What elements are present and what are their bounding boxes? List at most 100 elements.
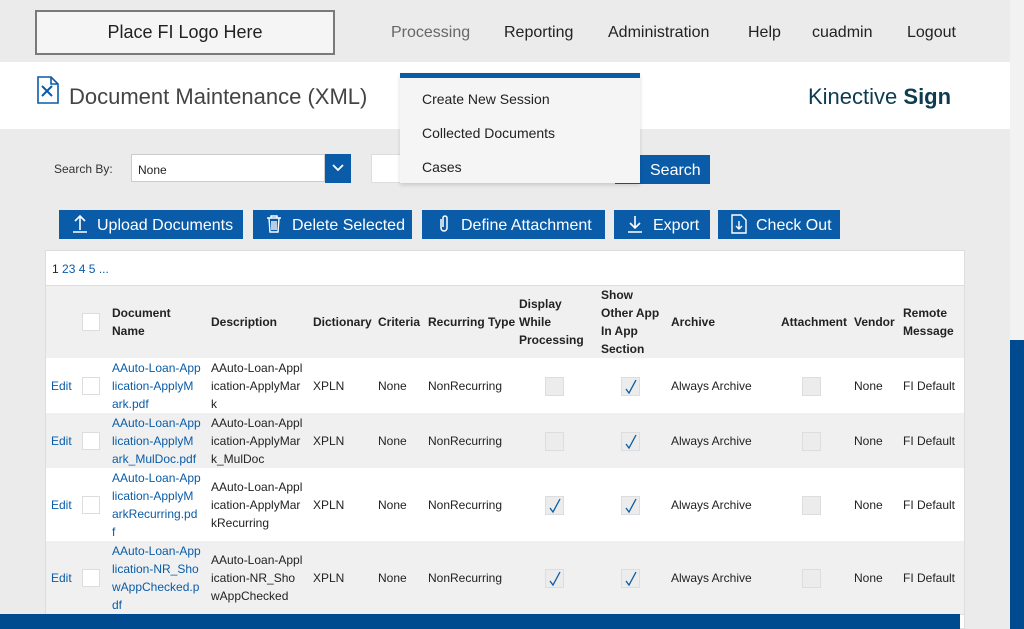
define-attachment-button[interactable]: Define Attachment	[422, 210, 605, 239]
name-line: lication-ApplyM	[112, 433, 194, 448]
document-name-link[interactable]: AAuto-Loan-App lication-ApplyM ark.pdf	[112, 359, 201, 413]
criteria-cell: None	[378, 378, 407, 393]
nav-reporting[interactable]: Reporting	[504, 24, 573, 42]
desc-line: k	[211, 396, 217, 411]
nav-help[interactable]: Help	[748, 24, 781, 42]
header-line: Processing	[519, 333, 584, 347]
display-while-processing-checkbox[interactable]	[545, 376, 564, 396]
page-link[interactable]: 3	[69, 262, 76, 276]
document-name-link[interactable]: AAuto-Loan-App lication-NR_Sho wAppChecked…	[112, 542, 201, 614]
footer-bar	[0, 614, 960, 629]
select-all-checkbox[interactable]	[82, 313, 100, 331]
show-other-app-checkbox[interactable]	[621, 495, 640, 515]
edit-link[interactable]: Edit	[51, 377, 72, 395]
brand-logo: Kinective Sign	[808, 84, 951, 110]
table-row: Edit AAuto-Loan-App lication-ApplyM ark.pdf…	[46, 358, 964, 414]
page-link[interactable]: 4	[79, 262, 86, 276]
attachment-checkbox[interactable]	[802, 568, 821, 588]
menu-item-create-new-session[interactable]: Create New Session	[422, 91, 550, 107]
archive-cell: Always Archive	[671, 570, 752, 585]
desc-line: ication-ApplyMar	[211, 378, 301, 393]
vendor-cell: None	[854, 570, 883, 585]
archive-cell: Always Archive	[671, 497, 752, 512]
row-select-checkbox[interactable]	[82, 376, 100, 395]
processing-dropdown-menu: Create New Session Collected Documents C…	[400, 73, 640, 183]
header-vendor[interactable]: Vendor	[854, 313, 895, 331]
search-by-value: None	[138, 163, 167, 177]
name-line: wAppChecked.p	[112, 579, 200, 594]
header-recurring-type[interactable]: Recurring Type	[428, 313, 515, 331]
page-more[interactable]: ...	[99, 262, 109, 276]
menu-item-cases[interactable]: Cases	[422, 159, 462, 175]
row-select-checkbox[interactable]	[82, 568, 100, 587]
attachment-checkbox[interactable]	[802, 431, 821, 451]
header-document-name[interactable]: Document Name	[112, 304, 171, 340]
nav-user[interactable]: cuadmin	[812, 24, 872, 42]
page-current[interactable]: 1	[52, 262, 59, 276]
archive-cell: Always Archive	[671, 433, 752, 448]
nav-administration[interactable]: Administration	[608, 24, 709, 42]
show-other-app-checkbox[interactable]	[621, 376, 640, 396]
header-line: Name	[112, 324, 145, 338]
nav-processing[interactable]: Processing	[391, 24, 470, 42]
name-line: AAuto-Loan-App	[112, 360, 201, 375]
nav-logout[interactable]: Logout	[907, 24, 956, 42]
document-name-link[interactable]: AAuto-Loan-App lication-ApplyM ark_MulDoc.…	[112, 414, 201, 468]
vendor-cell: None	[854, 378, 883, 393]
page-link[interactable]: 5	[89, 262, 96, 276]
header-archive[interactable]: Archive	[671, 313, 715, 331]
display-while-processing-checkbox[interactable]	[545, 495, 564, 515]
description-cell: AAuto-Loan-Appl ication-ApplyMar k_MulDoc	[211, 414, 302, 468]
dictionary-cell: XPLN	[313, 497, 345, 512]
edit-link[interactable]: Edit	[51, 496, 72, 514]
menu-item-collected-documents[interactable]: Collected Documents	[422, 125, 555, 141]
name-line: arkRecurring.pd	[112, 506, 198, 521]
criteria-cell: None	[378, 497, 407, 512]
search-by-label: Search By:	[54, 162, 113, 176]
dictionary-cell: XPLN	[313, 378, 345, 393]
edit-link[interactable]: Edit	[51, 569, 72, 587]
header-show-other-app[interactable]: Show Other App In App Section	[601, 286, 659, 358]
criteria-cell: None	[378, 570, 407, 585]
brand-light: Kinective	[808, 84, 904, 109]
remote-message-cell: FI Default	[903, 570, 956, 585]
header-description[interactable]: Description	[211, 313, 277, 331]
attachment-checkbox[interactable]	[802, 376, 821, 396]
search-button-label: Search	[650, 162, 701, 179]
display-while-processing-checkbox[interactable]	[545, 431, 564, 451]
delete-selected-button[interactable]: Delete Selected	[253, 210, 412, 239]
header-dictionary[interactable]: Dictionary	[313, 313, 372, 331]
name-line: lication-NR_Sho	[112, 561, 199, 576]
page-link[interactable]: 2	[62, 262, 69, 276]
scrollbar-track[interactable]	[1010, 0, 1024, 340]
show-other-app-checkbox[interactable]	[621, 568, 640, 588]
display-while-processing-checkbox[interactable]	[545, 568, 564, 588]
search-by-select[interactable]: None	[131, 154, 325, 182]
show-other-app-checkbox[interactable]	[621, 431, 640, 451]
edit-link[interactable]: Edit	[51, 432, 72, 450]
upload-documents-button[interactable]: Upload Documents	[59, 210, 243, 239]
row-select-checkbox[interactable]	[82, 495, 100, 514]
header-attachment[interactable]: Attachment	[781, 313, 847, 331]
document-name-link[interactable]: AAuto-Loan-App lication-ApplyM arkRecurrin…	[112, 469, 201, 541]
desc-line: k_MulDoc	[211, 451, 265, 466]
row-select-checkbox[interactable]	[82, 431, 100, 450]
select-toggle-button[interactable]	[325, 154, 351, 183]
description-cell: AAuto-Loan-Appl ication-ApplyMar kRecurrin…	[211, 478, 302, 532]
description-cell: AAuto-Loan-Appl ication-ApplyMar k	[211, 359, 302, 413]
check-out-button[interactable]: Check Out	[718, 210, 840, 239]
desc-line: wAppChecked	[211, 588, 289, 603]
description-cell: AAuto-Loan-Appl ication-NR_Sho wAppChecked	[211, 551, 302, 605]
table-row: Edit AAuto-Loan-App lication-ApplyM arkRecu…	[46, 468, 964, 542]
export-button[interactable]: Export	[614, 210, 710, 239]
name-line: df	[112, 597, 123, 612]
header-display-while-processing[interactable]: Display While Processing	[519, 295, 584, 349]
scrollbar-thumb[interactable]	[1010, 340, 1024, 629]
top-nav-bar: Place FI Logo Here Processing Reporting …	[0, 0, 1010, 62]
header-remote-message[interactable]: Remote Message	[903, 304, 954, 340]
table-row: Edit AAuto-Loan-App lication-NR_Sho wAppChe…	[46, 541, 964, 615]
header-criteria[interactable]: Criteria	[378, 313, 420, 331]
attachment-checkbox[interactable]	[802, 495, 821, 515]
pagination: 1 23 4 5 ...	[52, 262, 109, 276]
upload-documents-label: Upload Documents	[97, 217, 234, 234]
